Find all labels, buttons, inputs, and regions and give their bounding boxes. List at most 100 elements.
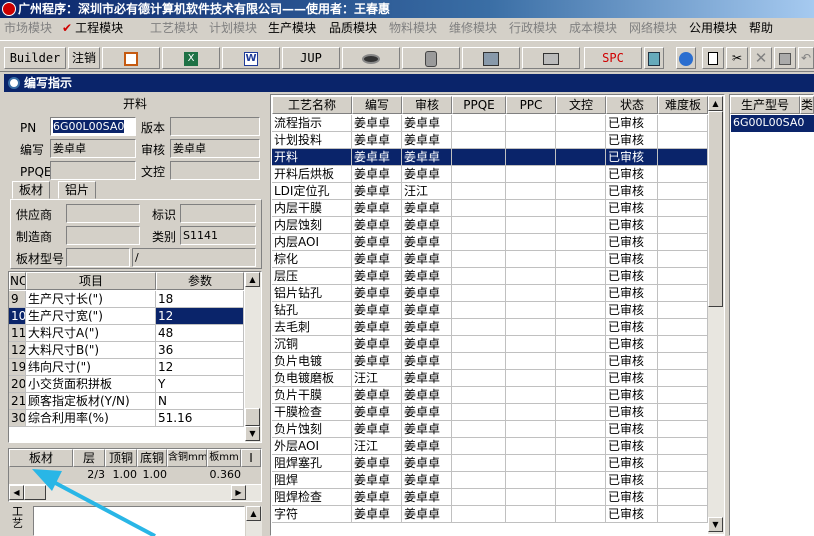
process-header-name[interactable]: 工艺名称 — [272, 96, 352, 114]
ppqe-field[interactable] — [50, 161, 136, 180]
process-row[interactable]: 阻焊检查 姜卓卓 姜卓卓 已审核 — [272, 489, 708, 506]
param-value-cell[interactable]: 12 — [156, 308, 244, 325]
version-field[interactable] — [170, 117, 260, 136]
menu-process[interactable]: 工艺模块 — [150, 20, 198, 36]
spc-button[interactable]: SPC — [584, 47, 642, 69]
menu-market[interactable]: 市场模块 — [4, 20, 52, 36]
process-header-control[interactable]: 文控 — [556, 96, 606, 114]
param-row[interactable]: 30 综合利用率(%) 51.16 — [9, 410, 244, 427]
jup-button[interactable]: JUP — [282, 47, 340, 69]
menu-plan[interactable]: 计划模块 — [209, 20, 257, 36]
window-title-bar[interactable]: 广州程序：深圳市必有德计算机软件技术有限公司——使用者：王春惠 — [0, 0, 814, 18]
internet-button[interactable] — [676, 47, 696, 69]
param-row[interactable]: 12 大料尺寸B(") 36 — [9, 342, 244, 359]
process-row[interactable]: 棕化 姜卓卓 姜卓卓 已审核 — [272, 251, 708, 268]
process-row[interactable]: 流程指示 姜卓卓 姜卓卓 已审核 — [272, 115, 708, 132]
process-row[interactable]: 内层蚀刻 姜卓卓 姜卓卓 已审核 — [272, 217, 708, 234]
pn-field[interactable]: 6G00L00SA0 — [50, 117, 136, 136]
maker-field[interactable] — [66, 226, 140, 245]
menu-network[interactable]: 网络模块 — [629, 20, 677, 36]
cut-button[interactable]: ✂ — [726, 47, 748, 69]
param-row[interactable]: 21 顾客指定板材(Y/N) N — [9, 393, 244, 410]
process-row[interactable]: 负片干膜 姜卓卓 姜卓卓 已审核 — [272, 387, 708, 404]
model-field-2[interactable]: / — [132, 248, 256, 267]
process-row[interactable]: 负片蚀刻 姜卓卓 姜卓卓 已审核 — [272, 421, 708, 438]
process-row[interactable]: 铝片钻孔 姜卓卓 姜卓卓 已审核 — [272, 285, 708, 302]
process-row[interactable]: 开料后烘板 姜卓卓 姜卓卓 已审核 — [272, 166, 708, 183]
tab-aluminum[interactable]: 铝片 — [58, 181, 97, 199]
scroll-down-icon[interactable]: ▼ — [708, 517, 723, 532]
process-row[interactable]: 阻焊塞孔 姜卓卓 姜卓卓 已审核 — [272, 455, 708, 472]
mark-field[interactable] — [180, 204, 256, 223]
scroll-right-icon[interactable]: ▶ — [231, 485, 246, 500]
param-value-cell[interactable]: Y — [156, 376, 244, 393]
menu-engineering[interactable]: ✔ 工程模块 — [62, 20, 123, 36]
scroll-up-icon[interactable]: ▲ — [245, 272, 260, 287]
calculator-button[interactable] — [644, 47, 664, 69]
supplier-field[interactable] — [66, 204, 140, 223]
process-row[interactable]: 去毛刺 姜卓卓 姜卓卓 已审核 — [272, 319, 708, 336]
param-scroll-thumb[interactable] — [245, 408, 260, 426]
model-field[interactable] — [66, 248, 130, 267]
process-row[interactable]: 沉铜 姜卓卓 姜卓卓 已审核 — [272, 336, 708, 353]
param-value-cell[interactable]: 36 — [156, 342, 244, 359]
process-row[interactable]: 字符 姜卓卓 姜卓卓 已审核 — [272, 506, 708, 523]
process-row[interactable]: 内层AOI 姜卓卓 姜卓卓 已审核 — [272, 234, 708, 251]
process-row[interactable]: 干膜检查 姜卓卓 姜卓卓 已审核 — [272, 404, 708, 421]
view-button[interactable] — [342, 47, 400, 69]
writer-field[interactable]: 姜卓卓 — [50, 139, 136, 158]
process-header-status[interactable]: 状态 — [606, 96, 658, 114]
param-row[interactable]: 11 大料尺寸A(") 48 — [9, 325, 244, 342]
process-row[interactable]: 负电镀磨板 汪江 姜卓卓 已审核 — [272, 370, 708, 387]
param-value-cell[interactable]: 51.16 — [156, 410, 244, 427]
category-field[interactable]: S1141 — [180, 226, 256, 245]
menu-quality[interactable]: 品质模块 — [329, 20, 377, 36]
param-row[interactable]: 19 纬向尺寸(") 12 — [9, 359, 244, 376]
process-row[interactable]: 阻焊 姜卓卓 姜卓卓 已审核 — [272, 472, 708, 489]
process-row[interactable]: 计划投料 姜卓卓 姜卓卓 已审核 — [272, 132, 708, 149]
process-row[interactable]: LDI定位孔 姜卓卓 汪江 已审核 — [272, 183, 708, 200]
menu-maintenance[interactable]: 维修模块 — [449, 20, 497, 36]
process-scroll-thumb[interactable] — [708, 111, 723, 307]
param-row[interactable]: 9 生产尺寸长(") 18 — [9, 291, 244, 308]
delete-button[interactable]: ✕ — [750, 47, 772, 69]
menu-cost[interactable]: 成本模块 — [569, 20, 617, 36]
param-scrollbar[interactable]: ▲ ▼ — [245, 272, 261, 442]
tab-board[interactable]: 板材 — [12, 181, 51, 199]
word-button[interactable]: W — [222, 47, 280, 69]
process-row[interactable]: 钻孔 姜卓卓 姜卓卓 已审核 — [272, 302, 708, 319]
model-row[interactable]: 6G00L00SA0 — [731, 115, 814, 132]
process-header-reviewer[interactable]: 审核 — [402, 96, 452, 114]
builder-button[interactable]: Builder — [4, 47, 66, 69]
process-row[interactable]: 负片电镀 姜卓卓 姜卓卓 已审核 — [272, 353, 708, 370]
menu-common[interactable]: 公用模块 — [689, 20, 737, 36]
process-row[interactable]: 层压 姜卓卓 姜卓卓 已审核 — [272, 268, 708, 285]
process-header-difficulty[interactable]: 难度板 — [658, 96, 708, 114]
menu-material[interactable]: 物料模块 — [389, 20, 437, 36]
save-button[interactable] — [774, 47, 796, 69]
menu-help[interactable]: 帮助 — [749, 20, 773, 36]
scroll-up-icon[interactable]: ▲ — [708, 96, 723, 111]
param-row[interactable]: 10 生产尺寸宽(") 12 — [9, 308, 244, 325]
param-value-cell[interactable]: 48 — [156, 325, 244, 342]
new-button[interactable] — [702, 47, 724, 69]
process-header-ppc[interactable]: PPC — [506, 96, 556, 114]
process-header-ppqe[interactable]: PPQE — [452, 96, 506, 114]
process-row[interactable]: 开料 姜卓卓 姜卓卓 已审核 — [272, 149, 708, 166]
network-button[interactable] — [462, 47, 520, 69]
param-value-cell[interactable]: N — [156, 393, 244, 410]
process-row[interactable]: 外层AOI 汪江 姜卓卓 已审核 — [272, 438, 708, 455]
param-row[interactable]: 20 小交货面积拼板 Y — [9, 376, 244, 393]
powerpoint-button[interactable] — [102, 47, 160, 69]
undo-button[interactable]: ↶ — [798, 47, 814, 69]
logout-button[interactable]: 注销 — [68, 47, 100, 69]
control-field[interactable] — [170, 161, 260, 180]
reviewer-field[interactable]: 姜卓卓 — [170, 139, 260, 158]
param-value-cell[interactable]: 18 — [156, 291, 244, 308]
menu-admin[interactable]: 行政模块 — [509, 20, 557, 36]
process-row[interactable]: 内层干膜 姜卓卓 姜卓卓 已审核 — [272, 200, 708, 217]
database-button[interactable] — [402, 47, 460, 69]
param-value-cell[interactable]: 12 — [156, 359, 244, 376]
menu-production[interactable]: 生产模块 — [268, 20, 316, 36]
excel-button[interactable]: X — [162, 47, 220, 69]
